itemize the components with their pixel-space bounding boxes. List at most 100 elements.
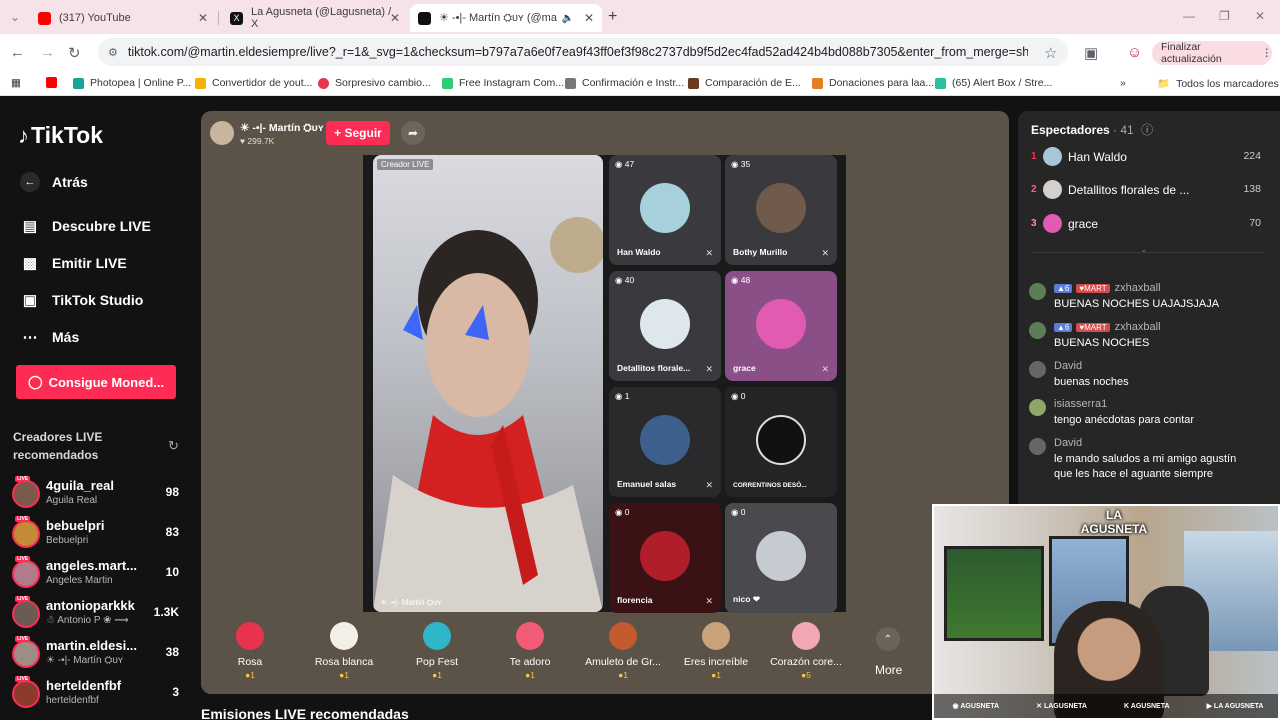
share-icon[interactable]: ➦ bbox=[401, 121, 425, 145]
nav-more[interactable]: ⋯ Más bbox=[20, 328, 80, 346]
chat-user[interactable]: isiasserra1 bbox=[1054, 398, 1107, 410]
bookmark-item[interactable]: (65) Alert Box / Stre... bbox=[935, 77, 1052, 89]
tab-x[interactable]: X La Agusneta (@Lagusneta) / X ✕ bbox=[222, 4, 408, 32]
avatar[interactable] bbox=[1029, 399, 1046, 416]
creator-item[interactable]: LIVE angeles.mart... Angeles Martin 10 bbox=[12, 556, 187, 594]
minimize-icon[interactable]: — bbox=[1183, 9, 1195, 23]
nav-discover-live[interactable]: ▤ Descubre LIVE bbox=[20, 217, 151, 235]
gift-item[interactable]: Rosa blanca ●1 bbox=[299, 622, 389, 680]
nav-go-live[interactable]: ▩ Emitir LIVE bbox=[20, 254, 127, 272]
bookmark-item[interactable]: Convertidor de yout... bbox=[195, 77, 312, 89]
main-video[interactable] bbox=[373, 155, 603, 612]
guest-tile[interactable]: ◉ 0 nico ❤ bbox=[725, 503, 837, 613]
guest-tile[interactable]: ◉ 47 Han Waldo ✕ bbox=[609, 155, 721, 265]
host-avatar[interactable] bbox=[210, 121, 234, 145]
bookmark-star-icon[interactable]: ☆ bbox=[1044, 44, 1057, 62]
bookmark-item[interactable]: Photopea | Online P... bbox=[73, 77, 191, 89]
bookmark-item[interactable]: Donaciones para laa... bbox=[812, 77, 934, 89]
new-tab-icon[interactable]: + bbox=[608, 8, 617, 26]
viewers-header[interactable]: Espectadores · 41 ⓘ bbox=[1031, 121, 1153, 138]
avatar bbox=[640, 183, 690, 233]
extensions-icon[interactable]: ▣ bbox=[1084, 44, 1098, 62]
guest-viewers: ◉ 0 bbox=[731, 507, 746, 517]
avatar bbox=[756, 531, 806, 581]
chat-text: tengo anécdotas para contar bbox=[1054, 414, 1195, 426]
close-icon[interactable]: ✕ bbox=[390, 11, 400, 25]
level-badge: ▲6 bbox=[1054, 322, 1073, 332]
avatar[interactable] bbox=[1029, 283, 1046, 300]
site-info-icon[interactable]: ⚙ bbox=[108, 46, 118, 59]
creator-item[interactable]: LIVE antonioparkkk ☃ Antonio P ❀ ⟿ 1.3K bbox=[12, 596, 187, 634]
gift-item[interactable]: Rosa ●1 bbox=[205, 622, 295, 680]
creator-item[interactable]: LIVE martin.eldesi... ☀ -•|- Martín ⛭ᴜʏ … bbox=[12, 636, 187, 674]
bookmark-item[interactable]: Comparación de E... bbox=[688, 77, 801, 89]
back-icon[interactable]: ← bbox=[10, 44, 25, 61]
creator-item[interactable]: LIVE bebuelpri Bebuelpri 83 bbox=[12, 516, 187, 554]
nav-studio[interactable]: ▣ TikTok Studio bbox=[20, 291, 143, 309]
guest-tile[interactable]: ◉ 48 grace ✕ bbox=[725, 271, 837, 381]
gift-item[interactable]: Amuleto de Gr... ●1 bbox=[578, 622, 668, 680]
chat-user[interactable]: David bbox=[1054, 360, 1082, 372]
tiktok-logo[interactable]: ♪ TikTok bbox=[18, 122, 103, 149]
gift-name: Eres increíble bbox=[683, 656, 749, 668]
refresh-icon[interactable]: ↻ bbox=[168, 438, 179, 454]
guest-tile[interactable]: ◉ 0 CORRENTINOS DESÓ... bbox=[725, 387, 837, 497]
chat-user[interactable]: zxhaxball bbox=[1115, 282, 1161, 294]
collapse-chevron-icon[interactable]: ⌄ bbox=[1140, 244, 1148, 255]
gift-item[interactable]: Pop Fest ●1 bbox=[392, 622, 482, 680]
speaker-icon[interactable]: 🔈 bbox=[562, 13, 574, 24]
youtube-icon bbox=[46, 77, 57, 88]
fan-badge: ♥MART bbox=[1076, 283, 1110, 293]
chevron-up-icon[interactable]: ⌃ bbox=[876, 627, 900, 651]
nav-back[interactable]: ← Atrás bbox=[20, 172, 88, 192]
gift-item[interactable]: Corazón core... ●5 bbox=[761, 622, 851, 680]
help-icon[interactable]: ⓘ bbox=[1141, 123, 1153, 137]
viewer-name: grace bbox=[1068, 217, 1099, 231]
avatar[interactable] bbox=[1029, 361, 1046, 378]
address-bar[interactable]: ⚙ tiktok.com/@martin.eldesiempre/live?_r… bbox=[98, 38, 1068, 66]
viewer-row[interactable]: 1 Han Waldo 224 bbox=[1031, 147, 1261, 169]
level-badge: ▲6 bbox=[1054, 283, 1073, 293]
chat-message: isiasserra1 tengo anécdotas para contar bbox=[1029, 398, 1269, 434]
follow-button[interactable]: + Seguir bbox=[326, 121, 390, 145]
guest-tile[interactable]: ◉ 0 florencia ✕ bbox=[609, 503, 721, 613]
bookmark-youtube[interactable] bbox=[46, 77, 63, 88]
reload-icon[interactable]: ↻ bbox=[68, 44, 81, 62]
host-name[interactable]: ☀ -•|- Martín ⛭ᴜʏ bbox=[240, 122, 324, 135]
avatar[interactable] bbox=[1029, 322, 1046, 339]
tab-list-icon[interactable]: ⌄ bbox=[10, 10, 20, 24]
forward-icon[interactable]: → bbox=[40, 44, 55, 61]
guest-tile[interactable]: ◉ 1 Emanuel salas ✕ bbox=[609, 387, 721, 497]
tab-tiktok[interactable]: ☀ -•|- Martín ⛭ᴜʏ (@mar 🔈 ✕ bbox=[410, 4, 602, 32]
window-close-icon[interactable]: ✕ bbox=[1255, 9, 1265, 23]
close-icon[interactable]: ✕ bbox=[198, 11, 208, 25]
chat-user[interactable]: zxhaxball bbox=[1115, 321, 1161, 333]
mic-muted-icon: ✕ bbox=[705, 596, 713, 606]
recommended-live-title: Emisiones LIVE recomendadas bbox=[201, 706, 409, 720]
maximize-icon[interactable]: ❐ bbox=[1219, 9, 1230, 23]
close-icon[interactable]: ✕ bbox=[584, 11, 594, 25]
bookmark-item[interactable]: Confirmación e Instr... bbox=[565, 77, 684, 89]
overflow-chevron-icon[interactable]: » bbox=[1120, 77, 1126, 89]
all-bookmarks[interactable]: 📁 Todos los marcadores bbox=[1157, 77, 1279, 91]
tab-youtube[interactable]: (317) YouTube ✕ bbox=[30, 4, 216, 32]
creator-item[interactable]: LIVE herteldenfbf herteldenfbf 3 bbox=[12, 676, 187, 714]
gift-item[interactable]: Eres increíble ●1 bbox=[671, 622, 761, 680]
more-gifts-button[interactable]: More bbox=[875, 663, 902, 677]
guest-tile[interactable]: ◉ 40 Detallitos florale... ✕ bbox=[609, 271, 721, 381]
guest-tile[interactable]: ◉ 35 Bothy Murillo ✕ bbox=[725, 155, 837, 265]
folder-icon: 📁 bbox=[1157, 78, 1171, 90]
viewers-title: Espectadores bbox=[1031, 123, 1110, 137]
gift-item[interactable]: Te adoro ●1 bbox=[485, 622, 575, 680]
chat-user[interactable]: David bbox=[1054, 437, 1082, 449]
avatar[interactable] bbox=[1029, 438, 1046, 455]
get-coins-button[interactable]: ◯ Consigue Moned... bbox=[16, 365, 176, 399]
viewer-row[interactable]: 2 Detallitos florales de ... 138 bbox=[1031, 180, 1261, 202]
apps-icon[interactable]: ▦ bbox=[11, 77, 21, 89]
viewer-row[interactable]: 3 grace 70 bbox=[1031, 214, 1261, 236]
bookmark-item[interactable]: Free Instagram Com... bbox=[442, 77, 564, 89]
profile-icon[interactable]: ☺ bbox=[1127, 44, 1142, 61]
update-button[interactable]: Finalizar actualización ⋮ bbox=[1152, 41, 1272, 65]
bookmark-item[interactable]: Sorpresivo cambio... bbox=[318, 77, 431, 89]
creator-item[interactable]: LIVE 4guila_real Aguila Real 98 bbox=[12, 476, 187, 514]
